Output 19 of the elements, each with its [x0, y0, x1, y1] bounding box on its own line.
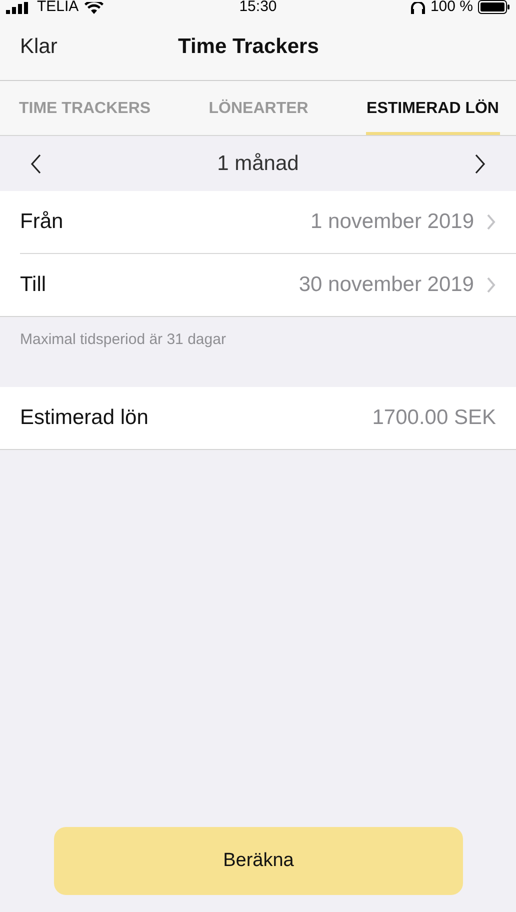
headphones-icon	[411, 2, 426, 14]
chevron-right-icon	[486, 214, 496, 230]
screen-title: Time Trackers	[178, 35, 319, 59]
date-row[interactable]: Från 1 november 2019	[20, 191, 516, 254]
battery-percent: 100 %	[430, 0, 473, 14]
chevron-left-icon[interactable]	[30, 154, 42, 174]
tab[interactable]: ESTIMERAD LÖN	[366, 81, 500, 135]
chevron-right-icon[interactable]	[474, 154, 486, 174]
result-row: Estimerad lön 1700.00 SEK	[0, 387, 516, 450]
clock-time: 15:30	[238, 0, 278, 14]
period-label: 1 månad	[217, 152, 299, 176]
done-button[interactable]: Klar	[0, 35, 78, 59]
footer-note: Maximal tidsperiod är 31 dagar	[19, 330, 227, 350]
wifi-icon	[84, 2, 104, 14]
calculate-button[interactable]: Beräkna	[54, 827, 463, 895]
carrier-name: TELIA	[37, 0, 79, 14]
chevron-right-icon	[486, 277, 496, 293]
battery-icon	[478, 0, 510, 14]
date-row[interactable]: Till 30 november 2019	[20, 254, 516, 316]
